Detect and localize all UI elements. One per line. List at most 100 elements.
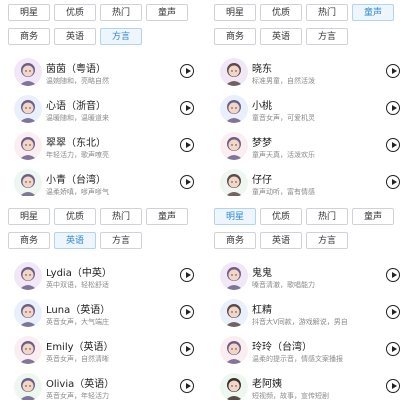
- play-icon[interactable]: [180, 101, 194, 115]
- voice-list-item[interactable]: 鬼鬼嗓音清澈，歌唱能力: [206, 256, 400, 296]
- voice-name: 茵茵（粤语）: [46, 64, 106, 75]
- voice-panel-dialect: 明星 优质 热门 童声商务 英语 方言 茵茵（粤语） 温婉随和，亮略自然 心语（浙音） 温暖随…: [0, 0, 194, 196]
- voice-list-item[interactable]: Luna（英语） 英音女声，大气端庄: [0, 293, 194, 333]
- play-icon[interactable]: [180, 138, 194, 152]
- voice-list-item[interactable]: 小桃童音女声，可爱机灵: [206, 89, 400, 129]
- tab-3[interactable]: 童声: [146, 208, 188, 225]
- tab-0[interactable]: 明星: [8, 4, 50, 21]
- play-icon[interactable]: [386, 342, 400, 356]
- play-icon[interactable]: [180, 268, 194, 282]
- voice-description: 童声天真，活泼欢乐: [252, 151, 315, 159]
- play-icon[interactable]: [180, 379, 194, 393]
- voice-list-item[interactable]: 仔仔童声动听，富有情感: [206, 163, 400, 196]
- avatar: [14, 132, 42, 160]
- tab-5[interactable]: 英语: [260, 232, 302, 249]
- avatar: [220, 262, 248, 290]
- tab-6[interactable]: 方言: [100, 28, 142, 45]
- tab-2[interactable]: 热门: [306, 4, 348, 21]
- voice-name: Luna（英语）: [46, 305, 111, 316]
- avatar: [14, 299, 42, 327]
- tab-0[interactable]: 明星: [214, 208, 256, 225]
- voice-name: 仔仔: [252, 175, 272, 186]
- voice-name: 小桃: [252, 101, 272, 112]
- tab-2[interactable]: 热门: [306, 208, 348, 225]
- tab-4[interactable]: 商务: [214, 28, 256, 45]
- voice-description: 英音女声，大气端庄: [46, 318, 109, 326]
- voice-name: 玲玲（台湾）: [252, 342, 312, 353]
- tab-4[interactable]: 商务: [8, 28, 50, 45]
- voice-list-item[interactable]: Lydia（中英） 英中双语，轻松舒适: [0, 256, 194, 296]
- tab-5[interactable]: 英语: [54, 28, 96, 45]
- voice-list-item[interactable]: 梦梦童声天真，活泼欢乐: [206, 126, 400, 166]
- tab-1[interactable]: 优质: [54, 208, 96, 225]
- tab-3[interactable]: 童声: [352, 208, 394, 225]
- voice-list-item[interactable]: 小青（台湾） 温柔娇嗔，嗲声嗲气: [0, 163, 194, 196]
- play-icon[interactable]: [386, 175, 400, 189]
- tab-2[interactable]: 热门: [100, 208, 142, 225]
- tab-4[interactable]: 商务: [8, 232, 50, 249]
- voice-list-item[interactable]: Olivia（英语） 英音女声，年轻活力: [0, 367, 194, 400]
- voice-description: 温暖随和，温暖道来: [46, 114, 109, 122]
- play-icon[interactable]: [180, 305, 194, 319]
- avatar: [220, 132, 248, 160]
- tab-6[interactable]: 方言: [306, 232, 348, 249]
- play-icon[interactable]: [180, 175, 194, 189]
- tab-0[interactable]: 明星: [214, 4, 256, 21]
- play-icon[interactable]: [180, 64, 194, 78]
- avatar: [220, 169, 248, 196]
- voice-name: 鬼鬼: [252, 268, 272, 279]
- voice-name: 翠翠（东北）: [46, 138, 106, 149]
- tab-3[interactable]: 童声: [352, 4, 394, 21]
- tab-6[interactable]: 方言: [306, 28, 348, 45]
- play-icon[interactable]: [386, 268, 400, 282]
- play-icon[interactable]: [386, 138, 400, 152]
- tab-4[interactable]: 商务: [214, 232, 256, 249]
- tab-1[interactable]: 优质: [260, 208, 302, 225]
- tab-5[interactable]: 英语: [260, 28, 302, 45]
- tab-1[interactable]: 优质: [260, 4, 302, 21]
- voice-description: 温婉随和，亮略自然: [46, 77, 109, 85]
- tab-0[interactable]: 明星: [8, 208, 50, 225]
- tab-3[interactable]: 童声: [146, 4, 188, 21]
- voice-description: 嗓音清澈，歌唱能力: [252, 281, 315, 289]
- voice-list-item[interactable]: 翠翠（东北） 年轻活力，歌声嘹亮: [0, 126, 194, 166]
- voice-panel-children: 明星 优质 热门 童声商务 英语 方言 晓东 标准男童，自然活泼 小桃童音女声，可爱机灵 梦…: [206, 0, 400, 196]
- voice-description: 童音女声，可爱机灵: [252, 114, 315, 122]
- tab-1[interactable]: 优质: [54, 4, 96, 21]
- voice-list-item[interactable]: 晓东 标准男童，自然活泼: [206, 52, 400, 92]
- voice-name: Lydia（中英）: [46, 268, 112, 279]
- voice-name: 小青（台湾）: [46, 175, 106, 186]
- voice-description: 英中双语，轻松舒适: [46, 281, 109, 289]
- tab-2[interactable]: 热门: [100, 4, 142, 21]
- avatar: [220, 58, 248, 86]
- voice-name: 老阿姨: [252, 379, 282, 390]
- voice-description: 短视频，故事，宣传短剧: [252, 392, 329, 400]
- voice-name: 梦梦: [252, 138, 272, 149]
- voice-list-item[interactable]: 杠精 抖音大V同款，游戏解说，男自: [206, 293, 400, 333]
- voice-list-item[interactable]: 茵茵（粤语） 温婉随和，亮略自然: [0, 52, 194, 92]
- play-icon[interactable]: [180, 342, 194, 356]
- voice-description: 温柔娇嗔，嗲声嗲气: [46, 188, 109, 196]
- avatar: [14, 262, 42, 290]
- avatar: [14, 169, 42, 196]
- voice-name: 心语（浙音）: [46, 101, 106, 112]
- play-icon[interactable]: [386, 101, 400, 115]
- voice-description: 英音女声，自然清晰: [46, 355, 109, 363]
- voice-list-item[interactable]: 心语（浙音） 温暖随和，温暖道来: [0, 89, 194, 129]
- tab-6[interactable]: 方言: [100, 232, 142, 249]
- voice-name: 杠精: [252, 305, 272, 316]
- play-icon[interactable]: [386, 305, 400, 319]
- voice-list-item[interactable]: 老阿姨短视频，故事，宣传短剧: [206, 367, 400, 400]
- play-icon[interactable]: [386, 379, 400, 393]
- avatar: [14, 95, 42, 123]
- tab-5[interactable]: 英语: [54, 232, 96, 249]
- play-icon[interactable]: [386, 64, 400, 78]
- voice-list-item[interactable]: Emily（英语） 英音女声，自然清晰: [0, 330, 194, 370]
- voice-name: 晓东: [252, 64, 272, 75]
- voice-list-item[interactable]: 玲玲（台湾） 温柔的提示音，情感文案播报: [206, 330, 400, 370]
- voice-name: Olivia（英语）: [46, 379, 115, 390]
- voice-panel-english: 明星 优质 热门 童声商务 英语 方言 Lydia（中英） 英中双语，轻松舒适 Luna（英…: [0, 204, 194, 400]
- voice-description: 温柔的提示音，情感文案播报: [252, 355, 343, 363]
- avatar: [220, 299, 248, 327]
- voice-description: 童声动听，富有情感: [252, 188, 315, 196]
